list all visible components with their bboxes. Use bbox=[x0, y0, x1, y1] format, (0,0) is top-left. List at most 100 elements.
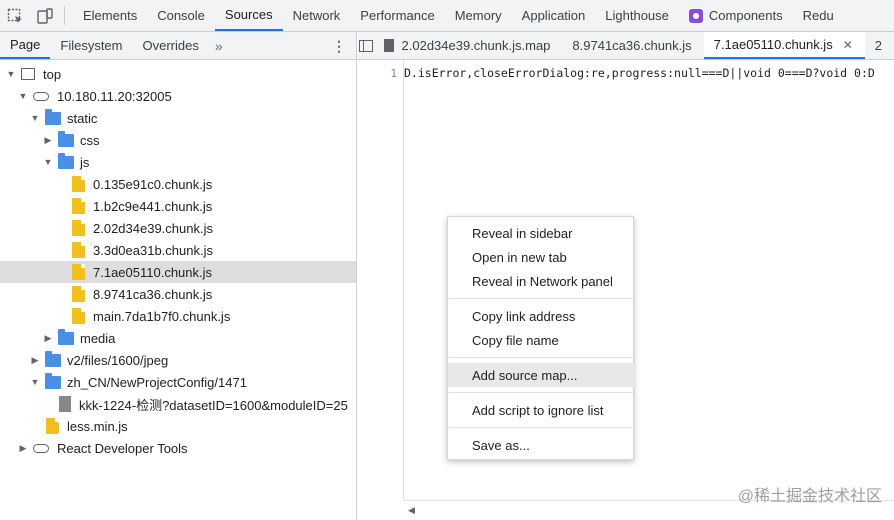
tree-item-label: 2.02d34e39.chunk.js bbox=[93, 220, 213, 236]
device-toolbar-icon[interactable] bbox=[30, 0, 60, 31]
tree-item-label: 8.9741ca36.chunk.js bbox=[93, 286, 213, 302]
folder-icon bbox=[58, 152, 74, 169]
nav-tab-overrides[interactable]: Overrides bbox=[133, 32, 209, 59]
react-components-icon bbox=[688, 8, 703, 23]
inspect-element-icon[interactable] bbox=[0, 0, 30, 31]
navigator-menu-icon[interactable]: ⋮ bbox=[332, 32, 346, 60]
menu-item-open-in-new-tab[interactable]: Open in new tab bbox=[448, 245, 634, 269]
menu-separator bbox=[449, 392, 633, 393]
tree-item-static[interactable]: ▼ static bbox=[0, 107, 356, 129]
expanded-arrow-icon[interactable]: ▼ bbox=[29, 376, 41, 388]
tree-item-file[interactable]: 8.9741ca36.chunk.js bbox=[0, 283, 356, 305]
close-tab-icon[interactable]: ✕ bbox=[843, 38, 853, 52]
cloud-icon bbox=[33, 443, 49, 453]
tab-application[interactable]: Application bbox=[512, 0, 596, 31]
tree-item-label: media bbox=[80, 330, 116, 346]
folder-icon bbox=[45, 350, 61, 367]
menu-item-reveal-in-sidebar[interactable]: Reveal in sidebar bbox=[448, 221, 634, 245]
editor-tab-overflow[interactable]: 2 bbox=[865, 32, 894, 59]
tree-item-file[interactable]: 1.b2c9e441.chunk.js bbox=[0, 195, 356, 217]
tree-item-file[interactable]: main.7da1b7f0.chunk.js bbox=[0, 305, 356, 327]
js-file-icon bbox=[46, 418, 59, 434]
tab-memory[interactable]: Memory bbox=[445, 0, 512, 31]
tree-item-label: zh_CN/NewProjectConfig/1471 bbox=[67, 374, 247, 390]
tree-item-media[interactable]: ▶ media bbox=[0, 327, 356, 349]
editor-tab-map[interactable]: 2.02d34e39.chunk.js.map bbox=[374, 32, 563, 59]
tree-item-react-devtools[interactable]: ▶ React Developer Tools bbox=[0, 437, 356, 459]
tree-item-css[interactable]: ▶ css bbox=[0, 129, 356, 151]
tree-item-label: static bbox=[67, 110, 98, 126]
tree-item-js[interactable]: ▼ js bbox=[0, 151, 356, 173]
menu-item-add-source-map[interactable]: Add source map... bbox=[448, 363, 634, 387]
js-file-icon bbox=[72, 264, 85, 280]
menu-item-add-to-ignore-list[interactable]: Add script to ignore list bbox=[448, 398, 634, 422]
tree-item-label: v2/files/1600/jpeg bbox=[67, 352, 169, 368]
watermark: @稀土掘金技术社区 bbox=[737, 488, 882, 505]
folder-icon bbox=[58, 130, 74, 147]
tree-item-zh-cn[interactable]: ▼ zh_CN/NewProjectConfig/1471 bbox=[0, 371, 356, 393]
navigator-tabs: Page Filesystem Overrides » ⋮ bbox=[0, 32, 356, 60]
nav-tab-filesystem[interactable]: Filesystem bbox=[50, 32, 132, 59]
editor-tabs: 2.02d34e39.chunk.js.map 8.9741ca36.chunk… bbox=[358, 32, 894, 60]
file-icon bbox=[383, 39, 394, 52]
devtools-toolbar: Elements Console Sources Network Perform… bbox=[0, 0, 894, 32]
tree-item-file-selected[interactable]: 7.1ae05110.chunk.js bbox=[0, 261, 356, 283]
expanded-arrow-icon[interactable]: ▼ bbox=[17, 90, 29, 102]
toggle-navigator-button[interactable] bbox=[358, 32, 374, 59]
tree-item-v2-files[interactable]: ▶ v2/files/1600/jpeg bbox=[0, 349, 356, 371]
menu-item-save-as[interactable]: Save as... bbox=[448, 433, 634, 457]
tab-components-label: Components bbox=[708, 8, 783, 23]
tree-item-document[interactable]: kkk-1224-检测?datasetID=1600&moduleID=25 bbox=[0, 393, 356, 415]
js-file-icon bbox=[72, 286, 85, 302]
expanded-arrow-icon[interactable]: ▼ bbox=[42, 156, 54, 168]
tab-console[interactable]: Console bbox=[147, 0, 215, 31]
scroll-left-icon[interactable]: ◀ bbox=[408, 505, 415, 516]
tab-redux[interactable]: Redu bbox=[793, 0, 844, 31]
menu-item-copy-link-address[interactable]: Copy link address bbox=[448, 304, 634, 328]
tree-item-file[interactable]: 0.135e91c0.chunk.js bbox=[0, 173, 356, 195]
document-icon bbox=[59, 396, 71, 412]
tab-sources[interactable]: Sources bbox=[214, 0, 283, 31]
folder-icon bbox=[45, 108, 61, 125]
frame-icon bbox=[21, 68, 35, 80]
tab-lighthouse[interactable]: Lighthouse bbox=[595, 0, 679, 31]
tree-item-label: less.min.js bbox=[67, 418, 128, 434]
tree-item-host[interactable]: ▼ 10.180.11.20:32005 bbox=[0, 85, 356, 107]
collapsed-arrow-icon[interactable]: ▶ bbox=[29, 354, 41, 366]
tree-item-label: 0.135e91c0.chunk.js bbox=[93, 176, 213, 192]
tree-item-file[interactable]: 2.02d34e39.chunk.js bbox=[0, 217, 356, 239]
nav-tab-page[interactable]: Page bbox=[0, 32, 51, 59]
expanded-arrow-icon[interactable]: ▼ bbox=[5, 68, 17, 80]
tree-item-top[interactable]: ▼ top bbox=[0, 63, 356, 85]
line-gutter: 1 bbox=[358, 60, 404, 500]
tree-item-label: kkk-1224-检测?datasetID=1600&moduleID=25 bbox=[79, 397, 348, 413]
js-file-icon bbox=[72, 220, 85, 236]
tree-item-file[interactable]: 3.3d0ea31b.chunk.js bbox=[0, 239, 356, 261]
tab-network[interactable]: Network bbox=[283, 0, 351, 31]
code-line[interactable]: D.isError,closeErrorDialog:re,progress:n… bbox=[404, 66, 875, 80]
editor-tab-chunk[interactable]: 8.9741ca36.chunk.js bbox=[562, 32, 703, 59]
tab-components[interactable]: Components bbox=[679, 0, 793, 31]
tree-item-label: top bbox=[43, 66, 62, 82]
more-tabs-icon[interactable]: » bbox=[209, 32, 229, 59]
tree-item-less[interactable]: less.min.js bbox=[0, 415, 356, 437]
tree-item-label: js bbox=[80, 154, 90, 170]
sidebar-toggle-icon bbox=[358, 39, 373, 52]
collapsed-arrow-icon[interactable]: ▶ bbox=[42, 134, 54, 146]
collapsed-arrow-icon[interactable]: ▶ bbox=[42, 332, 54, 344]
cloud-icon bbox=[33, 91, 49, 101]
tab-elements[interactable]: Elements bbox=[73, 0, 147, 31]
menu-separator bbox=[449, 357, 633, 358]
tab-performance[interactable]: Performance bbox=[350, 0, 444, 31]
tree-item-label: 1.b2c9e441.chunk.js bbox=[93, 198, 213, 214]
editor-tab-active[interactable]: 7.1ae05110.chunk.js ✕ bbox=[703, 32, 865, 59]
js-file-icon bbox=[72, 176, 85, 192]
folder-icon bbox=[45, 372, 61, 389]
collapsed-arrow-icon[interactable]: ▶ bbox=[17, 442, 29, 454]
menu-item-copy-file-name[interactable]: Copy file name bbox=[448, 328, 634, 352]
expanded-arrow-icon[interactable]: ▼ bbox=[29, 112, 41, 124]
menu-item-reveal-in-network[interactable]: Reveal in Network panel bbox=[448, 269, 634, 293]
js-file-icon bbox=[72, 198, 85, 214]
tree-item-label: 3.3d0ea31b.chunk.js bbox=[93, 242, 213, 258]
tree-item-label: 10.180.11.20:32005 bbox=[57, 88, 172, 104]
